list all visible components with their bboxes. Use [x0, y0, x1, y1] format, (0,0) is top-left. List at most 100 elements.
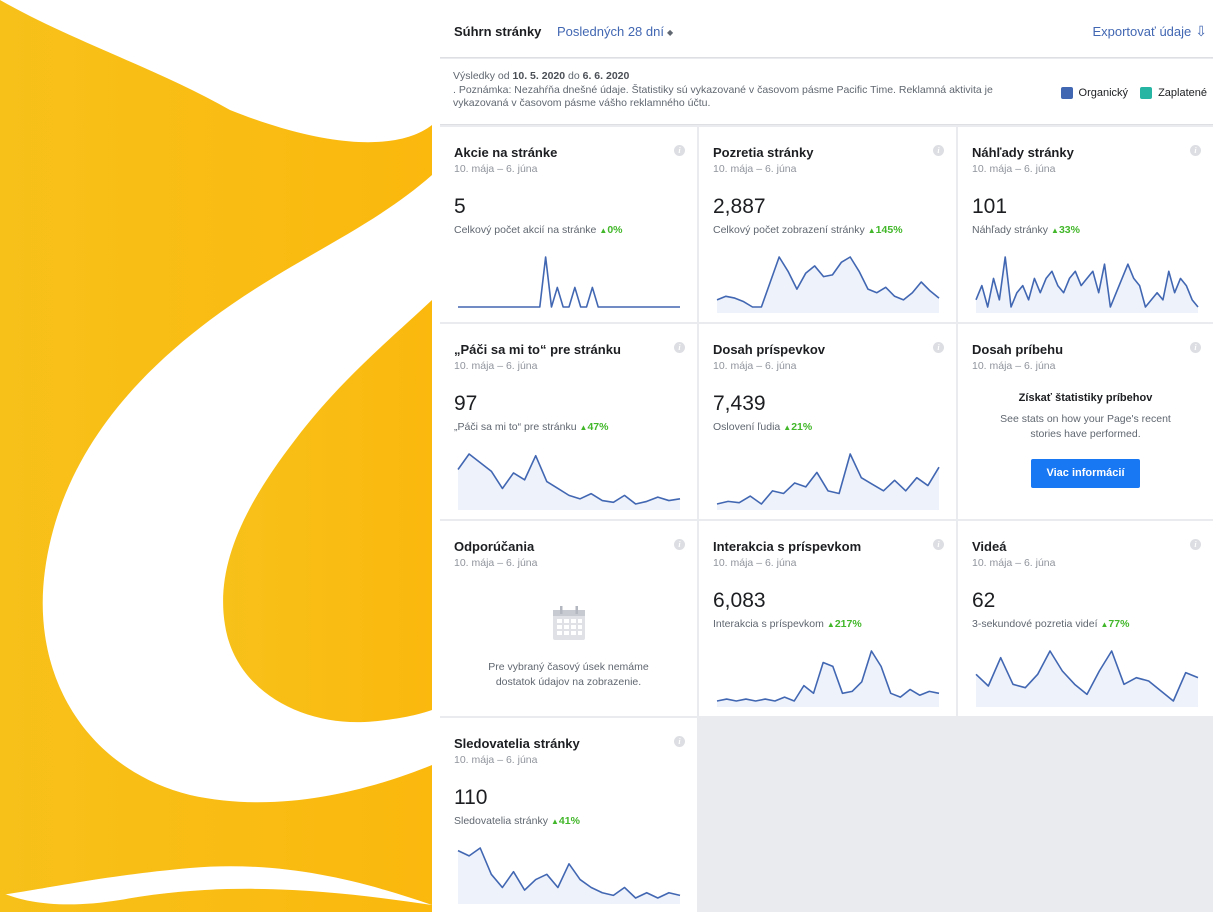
metric-change: ▲41% — [551, 815, 580, 827]
page-title: Súhrn stránky — [454, 24, 542, 39]
period-label: Posledných 28 dní — [557, 24, 664, 39]
metric-change: ▲33% — [1051, 224, 1080, 236]
sparkline-chart — [975, 256, 1199, 313]
card-date: 10. mája – 6. júna — [454, 360, 538, 372]
range-mid: do — [568, 70, 580, 82]
brand-logo — [0, 0, 432, 912]
up-triangle-icon: ▲ — [783, 423, 792, 432]
card-date: 10. mája – 6. júna — [454, 754, 538, 766]
date-range: Výsledky od 10. 5. 2020 do 6. 6. 2020 — [453, 70, 629, 82]
metric-value: 110 — [454, 786, 488, 809]
card-recommendations: Odporúčania 10. mája – 6. júna i Pre vyb… — [440, 521, 697, 716]
up-triangle-icon: ▲ — [826, 620, 835, 629]
info-icon[interactable]: i — [1190, 342, 1201, 353]
card-page-followers[interactable]: Sledovatelia stránky 10. mája – 6. júna … — [440, 718, 697, 912]
card-title: Dosah príspevkov — [713, 342, 825, 357]
sparkline-area — [717, 454, 939, 510]
summary-header: Súhrn stránky Posledných 28 dní ◆ Exporto… — [440, 0, 1213, 58]
card-page-views[interactable]: Pozretia stránky 10. mája – 6. júna i 2,… — [699, 127, 956, 322]
sparkline-area — [976, 257, 1198, 313]
info-icon[interactable]: i — [933, 539, 944, 550]
metric-value: 5 — [454, 195, 466, 218]
change-value: 77% — [1108, 618, 1130, 630]
metric-sub: Sledovatelia stránky — [454, 815, 548, 827]
metric-label: Náhľady stránky ▲33% — [972, 224, 1080, 236]
caret-down-icon: ◆ — [666, 28, 674, 37]
export-data-link[interactable]: Exportovať údaje ⇩ — [1092, 23, 1207, 40]
card-post-engagement[interactable]: Interakcia s príspevkom 10. mája – 6. jú… — [699, 521, 956, 716]
change-value: 0% — [607, 224, 623, 236]
card-title: Interakcia s príspevkom — [713, 539, 862, 554]
page-summary-panel: Súhrn stránky Posledných 28 dní ◆ Exporto… — [440, 0, 1213, 912]
sparkline-area — [717, 257, 939, 313]
metric-sub: Náhľady stránky — [972, 224, 1049, 236]
card-date: 10. mája – 6. júna — [713, 360, 797, 372]
card-page-likes[interactable]: „Páči sa mi to“ pre stránku 10. mája – 6… — [440, 324, 697, 519]
change-value: 21% — [791, 421, 813, 433]
up-triangle-icon: ▲ — [867, 226, 876, 235]
period-dropdown[interactable]: Posledných 28 dní ◆ — [557, 24, 673, 39]
metric-sub: Celkový počet akcií na stránke — [454, 224, 597, 236]
results-notice: Výsledky od 10. 5. 2020 do 6. 6. 2020 . … — [440, 59, 1213, 125]
metric-sub: 3-sekundové pozretia videí — [972, 618, 1098, 630]
legend: Organický Zaplatené — [1049, 87, 1207, 99]
sparkline-chart — [457, 453, 681, 510]
info-icon[interactable]: i — [674, 145, 685, 156]
info-icon[interactable]: i — [674, 736, 685, 747]
metric-value: 101 — [972, 195, 1008, 218]
info-icon[interactable]: i — [674, 539, 685, 550]
metric-label: Interakcia s príspevkom ▲217% — [713, 618, 862, 630]
range-to: 6. 6. 2020 — [582, 70, 630, 82]
metric-sub: „Páči sa mi to“ pre stránku — [454, 421, 577, 433]
legend-paid-label: Zaplatené — [1158, 87, 1207, 99]
card-story-reach: Dosah príbehu 10. mája – 6. júna i Získa… — [958, 324, 1213, 519]
sparkline-area — [976, 651, 1198, 707]
metric-value: 7,439 — [713, 392, 766, 415]
metric-label: Celkový počet zobrazení stránky ▲145% — [713, 224, 903, 236]
legend-paid[interactable]: Zaplatené — [1140, 87, 1207, 99]
metric-label: Oslovení ľudia ▲21% — [713, 421, 812, 433]
metric-sub: Interakcia s príspevkom — [713, 618, 824, 630]
card-page-previews[interactable]: Náhľady stránky 10. mája – 6. júna i 101… — [958, 127, 1213, 322]
sparkline-chart — [457, 847, 681, 904]
legend-organic-label: Organický — [1078, 87, 1129, 99]
card-title: Videá — [972, 539, 1007, 554]
card-title: Odporúčania — [454, 539, 535, 554]
change-value: 217% — [834, 618, 862, 630]
sparkline-chart — [716, 650, 940, 707]
card-date: 10. mája – 6. júna — [713, 163, 797, 175]
info-icon[interactable]: i — [933, 145, 944, 156]
info-icon[interactable]: i — [674, 342, 685, 353]
card-title: Akcie na stránke — [454, 145, 558, 160]
card-post-reach[interactable]: Dosah príspevkov 10. mája – 6. júna i 7,… — [699, 324, 956, 519]
legend-organic[interactable]: Organický — [1060, 87, 1129, 99]
info-icon[interactable]: i — [1190, 539, 1201, 550]
info-icon[interactable]: i — [1190, 145, 1201, 156]
card-date: 10. mája – 6. júna — [972, 360, 1056, 372]
info-icon[interactable]: i — [933, 342, 944, 353]
change-value: 47% — [587, 421, 609, 433]
sparkline-chart — [975, 650, 1199, 707]
metric-change: ▲47% — [580, 421, 609, 433]
stories-promo: Získať štatistiky príbehov See stats on … — [958, 392, 1213, 488]
card-date: 10. mája – 6. júna — [454, 557, 538, 569]
metric-change: ▲21% — [783, 421, 812, 433]
metric-change: ▲217% — [827, 618, 862, 630]
up-triangle-icon: ▲ — [550, 817, 559, 826]
range-from: 10. 5. 2020 — [512, 70, 566, 82]
sparkline-line — [458, 256, 680, 308]
change-value: 33% — [1058, 224, 1080, 236]
metric-label: Sledovatelia stránky ▲41% — [454, 815, 580, 827]
card-videos[interactable]: Videá 10. mája – 6. júna i 62 3-sekundov… — [958, 521, 1213, 716]
metric-value: 2,887 — [713, 195, 766, 218]
metric-change: ▲145% — [868, 224, 903, 236]
calendar-icon — [552, 606, 585, 640]
card-title: Sledovatelia stránky — [454, 736, 580, 751]
download-icon: ⇩ — [1195, 23, 1207, 39]
card-page-actions[interactable]: Akcie na stránke 10. mája – 6. júna i 5 … — [440, 127, 697, 322]
card-title: Náhľady stránky — [972, 145, 1074, 160]
more-info-button[interactable]: Viac informácií — [1031, 459, 1140, 488]
metric-label: Celkový počet akcií na stránke ▲0% — [454, 224, 623, 236]
up-triangle-icon: ▲ — [1051, 226, 1059, 235]
card-title: Dosah príbehu — [972, 342, 1064, 357]
